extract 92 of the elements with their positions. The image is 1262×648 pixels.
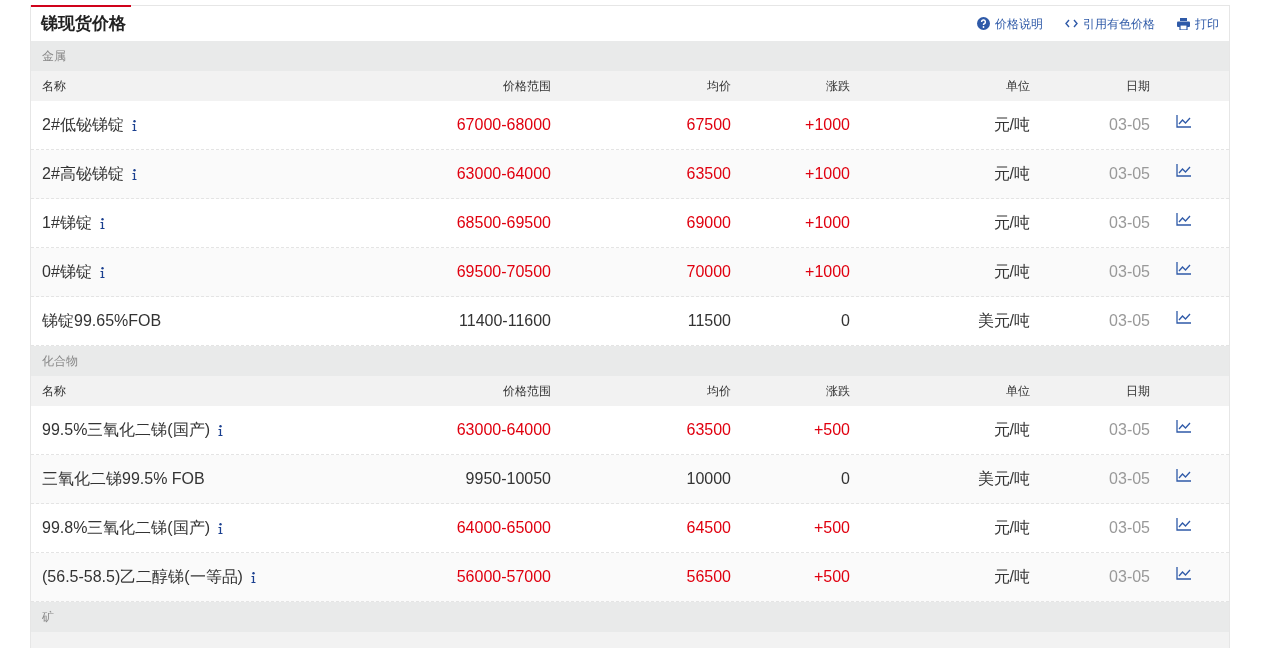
column-header: 日期 <box>1125 383 1150 400</box>
column-header: 涨跌 <box>825 78 850 95</box>
printer-icon <box>1177 17 1190 30</box>
date-text: 03-05 <box>1108 420 1150 440</box>
price-change: +1000 <box>804 213 850 233</box>
average-price: 63500 <box>685 164 731 184</box>
info-icon[interactable] <box>131 119 137 131</box>
date-text: 03-05 <box>1108 567 1150 587</box>
section-label: 矿 <box>42 609 54 626</box>
unit-text: 元/吨 <box>992 518 1030 538</box>
date-text: 03-05 <box>1108 311 1150 331</box>
chart-icon[interactable] <box>1176 517 1191 531</box>
unit-text: 元/吨 <box>992 567 1030 587</box>
date-text: 03-05 <box>1108 115 1150 135</box>
info-icon[interactable] <box>218 522 224 534</box>
average-price: 67500 <box>685 115 731 135</box>
product-name[interactable]: 99.5%三氧化二锑(国产) <box>42 418 211 442</box>
price-range: 56000-57000 <box>455 567 551 587</box>
column-header: 均价 <box>706 383 731 400</box>
price-range: 11400-11600 <box>458 311 551 331</box>
unit-text: 元/吨 <box>992 262 1030 282</box>
price-range: 63000-64000 <box>455 164 551 184</box>
date-text: 03-05 <box>1108 213 1150 233</box>
column-header: 价格范围 <box>502 78 551 95</box>
info-icon[interactable] <box>218 424 224 436</box>
price-range: 67000-68000 <box>455 115 551 135</box>
price-range: 68500-69500 <box>455 213 551 233</box>
price-range: 64000-65000 <box>455 518 551 538</box>
info-icon[interactable] <box>131 168 137 180</box>
column-header: 单位 <box>1005 78 1030 95</box>
price-change: +500 <box>812 567 850 587</box>
unit-text: 元/吨 <box>992 420 1030 440</box>
chart-icon[interactable] <box>1176 419 1191 433</box>
column-header: 均价 <box>706 78 731 95</box>
product-name[interactable]: 2#低铋锑锭 <box>42 113 124 137</box>
info-icon[interactable] <box>99 217 105 229</box>
product-name[interactable]: (56.5-58.5)乙二醇锑(一等品) <box>42 565 243 589</box>
product-name[interactable]: 锑锭99.65%FOB <box>42 309 162 333</box>
average-price: 70000 <box>685 262 731 282</box>
date-text: 03-05 <box>1108 518 1150 538</box>
chart-icon[interactable] <box>1176 566 1191 580</box>
price-change: +1000 <box>804 262 850 282</box>
price-range: 63000-64000 <box>455 420 551 440</box>
price-change: +1000 <box>804 115 850 135</box>
unit-text: 元/吨 <box>992 213 1030 233</box>
average-price: 56500 <box>685 567 731 587</box>
chart-icon[interactable] <box>1176 261 1191 275</box>
unit-text: 元/吨 <box>992 115 1030 135</box>
price-change: +500 <box>812 420 850 440</box>
unit-text: 美元/吨 <box>976 311 1030 331</box>
column-header: 涨跌 <box>825 383 850 400</box>
date-text: 03-05 <box>1108 469 1150 489</box>
average-price: 64500 <box>685 518 731 538</box>
unit-text: 元/吨 <box>992 164 1030 184</box>
print-link[interactable]: 打印 <box>1177 14 1219 33</box>
section-label: 金属 <box>42 48 66 65</box>
price-change: 0 <box>840 469 850 489</box>
column-header: 价格范围 <box>502 383 551 400</box>
price-range: 9950-10050 <box>464 469 551 489</box>
help-link[interactable]: 价格说明 <box>977 14 1043 33</box>
chart-icon[interactable] <box>1176 468 1191 482</box>
price-change: +1000 <box>804 164 850 184</box>
column-header: 单位 <box>1005 383 1030 400</box>
chart-icon[interactable] <box>1176 163 1191 177</box>
panel-title: 锑现货价格 <box>41 12 126 35</box>
section-label: 化合物 <box>42 353 78 370</box>
product-name[interactable]: 三氧化二锑99.5% FOB <box>42 467 205 491</box>
product-name[interactable]: 1#锑锭 <box>42 211 92 235</box>
help-icon <box>977 17 990 30</box>
code-icon <box>1065 19 1078 28</box>
chart-icon[interactable] <box>1176 310 1191 324</box>
column-header: 名称 <box>42 78 67 95</box>
column-header: 名称 <box>42 383 67 400</box>
average-price: 63500 <box>685 420 731 440</box>
price-change: +500 <box>812 518 850 538</box>
price-change: 0 <box>840 311 850 331</box>
unit-text: 美元/吨 <box>976 469 1030 489</box>
product-name[interactable]: 2#高铋锑锭 <box>42 162 124 186</box>
info-icon[interactable] <box>99 266 105 278</box>
product-name[interactable]: 99.8%三氧化二锑(国产) <box>42 516 211 540</box>
average-price: 69000 <box>685 213 731 233</box>
chart-icon[interactable] <box>1176 114 1191 128</box>
code-link[interactable]: 引用有色价格 <box>1065 14 1155 33</box>
column-header: 日期 <box>1125 78 1150 95</box>
average-price: 11500 <box>686 311 731 331</box>
date-text: 03-05 <box>1108 164 1150 184</box>
info-icon[interactable] <box>250 571 256 583</box>
price-range: 69500-70500 <box>455 262 551 282</box>
date-text: 03-05 <box>1108 262 1150 282</box>
average-price: 10000 <box>685 469 731 489</box>
chart-icon[interactable] <box>1176 212 1191 226</box>
product-name[interactable]: 0#锑锭 <box>42 260 92 284</box>
